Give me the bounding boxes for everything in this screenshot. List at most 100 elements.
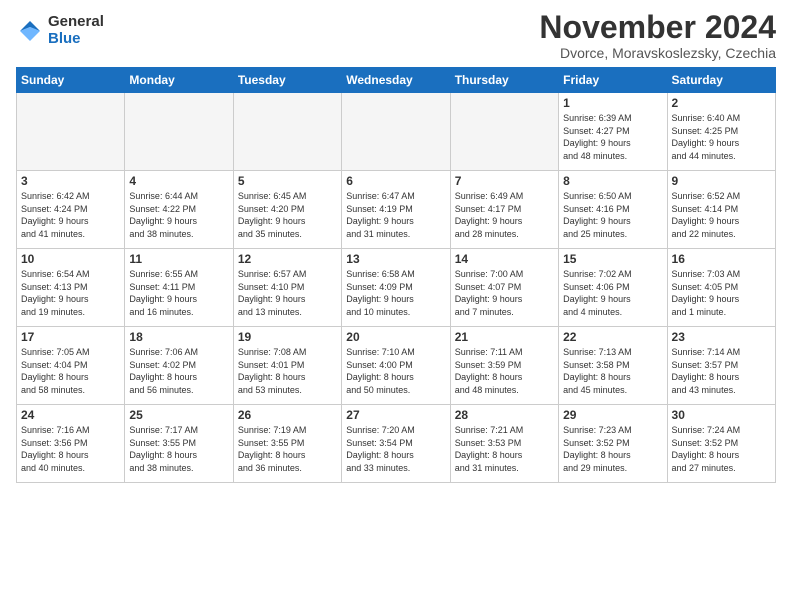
title-block: November 2024 Dvorce, Moravskoslezsky, C… <box>539 10 776 61</box>
day-info: Sunrise: 6:49 AM Sunset: 4:17 PM Dayligh… <box>455 190 554 240</box>
logo-line1: General <box>48 14 104 31</box>
day-number: 18 <box>129 330 228 344</box>
day-number: 8 <box>563 174 662 188</box>
day-info: Sunrise: 7:06 AM Sunset: 4:02 PM Dayligh… <box>129 346 228 396</box>
calendar-row-3: 10 Sunrise: 6:54 AM Sunset: 4:13 PM Dayli… <box>17 249 776 327</box>
day-number: 15 <box>563 252 662 266</box>
calendar-cell <box>125 93 233 171</box>
weekday-header-row: Sunday Monday Tuesday Wednesday Thursday… <box>17 68 776 93</box>
page: General Blue November 2024 Dvorce, Morav… <box>0 0 792 493</box>
day-info: Sunrise: 7:13 AM Sunset: 3:58 PM Dayligh… <box>563 346 662 396</box>
day-number: 5 <box>238 174 337 188</box>
day-info: Sunrise: 7:08 AM Sunset: 4:01 PM Dayligh… <box>238 346 337 396</box>
calendar-cell <box>342 93 450 171</box>
calendar-cell: 3 Sunrise: 6:42 AM Sunset: 4:24 PM Daylig… <box>17 171 125 249</box>
day-number: 2 <box>672 96 771 110</box>
calendar-cell: 17 Sunrise: 7:05 AM Sunset: 4:04 PM Dayli… <box>17 327 125 405</box>
day-info: Sunrise: 6:44 AM Sunset: 4:22 PM Dayligh… <box>129 190 228 240</box>
calendar-row-4: 17 Sunrise: 7:05 AM Sunset: 4:04 PM Dayli… <box>17 327 776 405</box>
calendar-cell: 11 Sunrise: 6:55 AM Sunset: 4:11 PM Dayli… <box>125 249 233 327</box>
header-tuesday: Tuesday <box>233 68 341 93</box>
day-number: 28 <box>455 408 554 422</box>
day-info: Sunrise: 6:55 AM Sunset: 4:11 PM Dayligh… <box>129 268 228 318</box>
day-info: Sunrise: 6:40 AM Sunset: 4:25 PM Dayligh… <box>672 112 771 162</box>
day-number: 6 <box>346 174 445 188</box>
calendar-row-2: 3 Sunrise: 6:42 AM Sunset: 4:24 PM Daylig… <box>17 171 776 249</box>
day-info: Sunrise: 6:50 AM Sunset: 4:16 PM Dayligh… <box>563 190 662 240</box>
calendar-cell: 29 Sunrise: 7:23 AM Sunset: 3:52 PM Dayli… <box>559 405 667 483</box>
day-number: 24 <box>21 408 120 422</box>
day-info: Sunrise: 6:54 AM Sunset: 4:13 PM Dayligh… <box>21 268 120 318</box>
calendar-cell: 23 Sunrise: 7:14 AM Sunset: 3:57 PM Dayli… <box>667 327 775 405</box>
day-info: Sunrise: 7:00 AM Sunset: 4:07 PM Dayligh… <box>455 268 554 318</box>
calendar-cell: 13 Sunrise: 6:58 AM Sunset: 4:09 PM Dayli… <box>342 249 450 327</box>
day-info: Sunrise: 6:52 AM Sunset: 4:14 PM Dayligh… <box>672 190 771 240</box>
day-info: Sunrise: 7:23 AM Sunset: 3:52 PM Dayligh… <box>563 424 662 474</box>
header-monday: Monday <box>125 68 233 93</box>
calendar-cell: 27 Sunrise: 7:20 AM Sunset: 3:54 PM Dayli… <box>342 405 450 483</box>
calendar-cell: 16Sunrise: 7:03 AM Sunset: 4:05 PM Dayli… <box>667 249 775 327</box>
calendar-cell: 5 Sunrise: 6:45 AM Sunset: 4:20 PM Daylig… <box>233 171 341 249</box>
calendar-cell <box>233 93 341 171</box>
day-number: 23 <box>672 330 771 344</box>
calendar-cell: 15 Sunrise: 7:02 AM Sunset: 4:06 PM Dayli… <box>559 249 667 327</box>
day-number: 11 <box>129 252 228 266</box>
calendar-cell: 20 Sunrise: 7:10 AM Sunset: 4:00 PM Dayli… <box>342 327 450 405</box>
day-number: 26 <box>238 408 337 422</box>
calendar-cell: 1Sunrise: 6:39 AM Sunset: 4:27 PM Daylig… <box>559 93 667 171</box>
day-number: 9 <box>672 174 771 188</box>
day-info: Sunrise: 7:10 AM Sunset: 4:00 PM Dayligh… <box>346 346 445 396</box>
day-info: Sunrise: 7:14 AM Sunset: 3:57 PM Dayligh… <box>672 346 771 396</box>
header-friday: Friday <box>559 68 667 93</box>
calendar-cell <box>17 93 125 171</box>
day-number: 12 <box>238 252 337 266</box>
day-number: 22 <box>563 330 662 344</box>
calendar-row-1: 1Sunrise: 6:39 AM Sunset: 4:27 PM Daylig… <box>17 93 776 171</box>
day-info: Sunrise: 7:20 AM Sunset: 3:54 PM Dayligh… <box>346 424 445 474</box>
day-number: 3 <box>21 174 120 188</box>
calendar-cell: 30 Sunrise: 7:24 AM Sunset: 3:52 PM Dayli… <box>667 405 775 483</box>
day-info: Sunrise: 7:17 AM Sunset: 3:55 PM Dayligh… <box>129 424 228 474</box>
logo-icon <box>16 17 44 45</box>
day-number: 10 <box>21 252 120 266</box>
day-info: Sunrise: 6:42 AM Sunset: 4:24 PM Dayligh… <box>21 190 120 240</box>
calendar-cell: 24Sunrise: 7:16 AM Sunset: 3:56 PM Dayli… <box>17 405 125 483</box>
day-number: 14 <box>455 252 554 266</box>
day-info: Sunrise: 7:05 AM Sunset: 4:04 PM Dayligh… <box>21 346 120 396</box>
day-info: Sunrise: 6:57 AM Sunset: 4:10 PM Dayligh… <box>238 268 337 318</box>
calendar-cell: 19 Sunrise: 7:08 AM Sunset: 4:01 PM Dayli… <box>233 327 341 405</box>
calendar-cell: 6 Sunrise: 6:47 AM Sunset: 4:19 PM Daylig… <box>342 171 450 249</box>
header-thursday: Thursday <box>450 68 558 93</box>
day-number: 29 <box>563 408 662 422</box>
calendar-cell: 18 Sunrise: 7:06 AM Sunset: 4:02 PM Dayli… <box>125 327 233 405</box>
header: General Blue November 2024 Dvorce, Morav… <box>16 10 776 61</box>
calendar-cell: 14 Sunrise: 7:00 AM Sunset: 4:07 PM Dayli… <box>450 249 558 327</box>
header-wednesday: Wednesday <box>342 68 450 93</box>
day-info: Sunrise: 6:47 AM Sunset: 4:19 PM Dayligh… <box>346 190 445 240</box>
calendar-row-5: 24Sunrise: 7:16 AM Sunset: 3:56 PM Dayli… <box>17 405 776 483</box>
day-info: Sunrise: 6:58 AM Sunset: 4:09 PM Dayligh… <box>346 268 445 318</box>
calendar-cell <box>450 93 558 171</box>
day-number: 25 <box>129 408 228 422</box>
day-number: 13 <box>346 252 445 266</box>
day-info: Sunrise: 7:24 AM Sunset: 3:52 PM Dayligh… <box>672 424 771 474</box>
day-number: 20 <box>346 330 445 344</box>
day-number: 16 <box>672 252 771 266</box>
calendar-cell: 12 Sunrise: 6:57 AM Sunset: 4:10 PM Dayli… <box>233 249 341 327</box>
day-number: 4 <box>129 174 228 188</box>
day-number: 17 <box>21 330 120 344</box>
day-info: Sunrise: 7:21 AM Sunset: 3:53 PM Dayligh… <box>455 424 554 474</box>
day-info: Sunrise: 7:02 AM Sunset: 4:06 PM Dayligh… <box>563 268 662 318</box>
day-number: 30 <box>672 408 771 422</box>
day-info: Sunrise: 6:45 AM Sunset: 4:20 PM Dayligh… <box>238 190 337 240</box>
day-number: 27 <box>346 408 445 422</box>
header-saturday: Saturday <box>667 68 775 93</box>
calendar-cell: 10 Sunrise: 6:54 AM Sunset: 4:13 PM Dayli… <box>17 249 125 327</box>
calendar-cell: 9 Sunrise: 6:52 AM Sunset: 4:14 PM Daylig… <box>667 171 775 249</box>
location-subtitle: Dvorce, Moravskoslezsky, Czechia <box>539 45 776 61</box>
calendar-cell: 28 Sunrise: 7:21 AM Sunset: 3:53 PM Dayli… <box>450 405 558 483</box>
day-info: Sunrise: 7:11 AM Sunset: 3:59 PM Dayligh… <box>455 346 554 396</box>
logo: General Blue <box>16 14 104 47</box>
day-number: 19 <box>238 330 337 344</box>
day-info: Sunrise: 6:39 AM Sunset: 4:27 PM Dayligh… <box>563 112 662 162</box>
